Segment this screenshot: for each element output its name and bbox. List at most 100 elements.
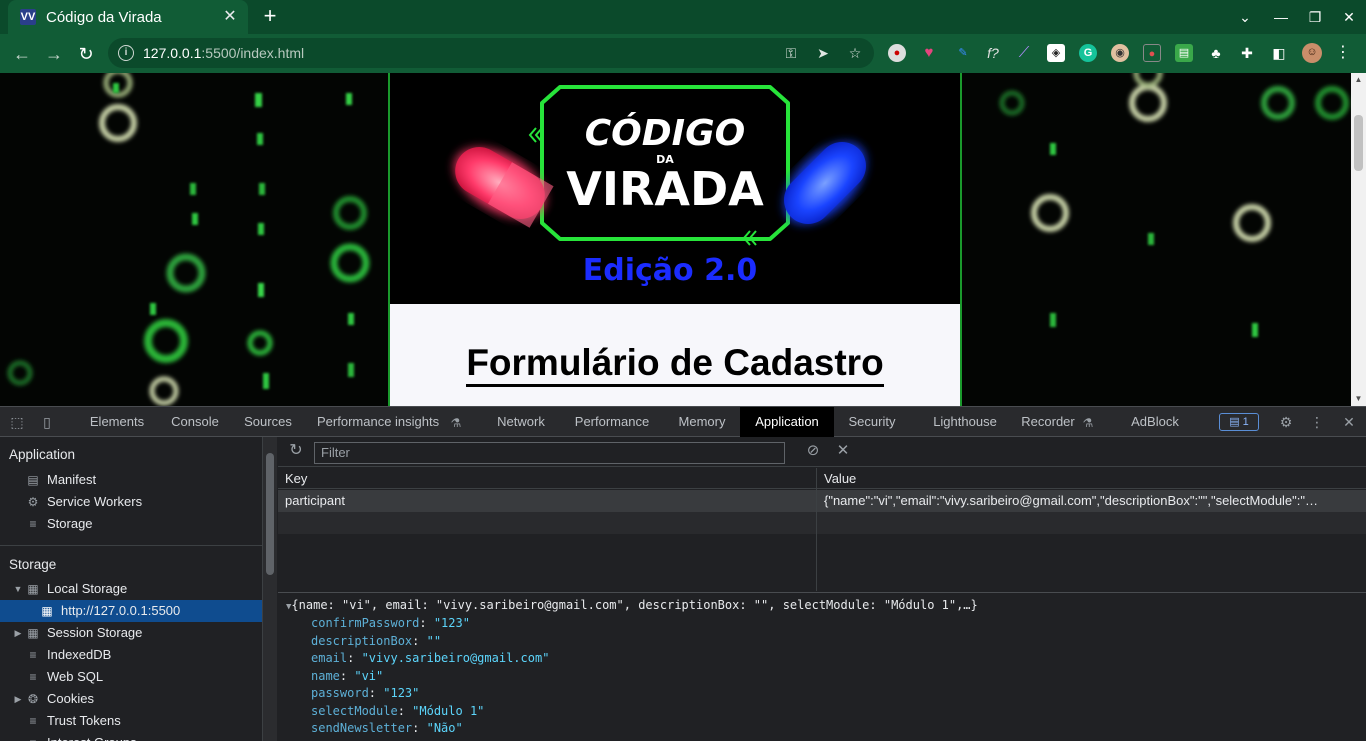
tab-network[interactable]: Network: [487, 407, 555, 437]
extensions-puzzle-icon[interactable]: ✚: [1238, 44, 1256, 62]
address-bar[interactable]: i 127.0.0.1:5500/index.html ⚿ ➤ ☆: [108, 38, 874, 68]
expanded-triangle-icon[interactable]: ▼: [12, 578, 24, 600]
sidebar-item-manifest[interactable]: ▤ Manifest: [26, 469, 96, 491]
scroll-down-arrow-icon[interactable]: ▼: [1351, 392, 1366, 406]
extension-box-icon[interactable]: ◈: [1047, 44, 1065, 62]
minimize-button[interactable]: —: [1264, 0, 1298, 34]
sidebar-item-label: IndexedDB: [47, 647, 112, 662]
gear-icon: ⚙: [27, 495, 39, 509]
sidebar-item-local-storage[interactable]: ▼ ▦ Local Storage: [12, 578, 128, 600]
new-tab-button[interactable]: +: [258, 5, 282, 29]
sidebar-item-label: Cookies: [47, 691, 94, 706]
extension-grammarly-icon[interactable]: G: [1079, 44, 1097, 62]
preview-field-key: selectModule: [311, 703, 398, 718]
tab-performance-insights[interactable]: Performance insights: [310, 407, 450, 437]
page-scrollbar[interactable]: ▲ ▼: [1351, 73, 1366, 406]
tab-adblock[interactable]: AdBlock: [1122, 407, 1188, 437]
site-info-icon[interactable]: i: [118, 45, 134, 61]
column-header-key[interactable]: Key: [278, 468, 816, 489]
scroll-up-arrow-icon[interactable]: ▲: [1351, 73, 1366, 87]
extension-formula-icon[interactable]: f?: [984, 44, 1002, 62]
settings-gear-icon[interactable]: ⚙: [1276, 412, 1296, 432]
grid-icon: ▦: [27, 626, 39, 640]
inspect-element-icon[interactable]: ⬚: [7, 412, 27, 432]
preview-field: sendNewsletter: "Não": [311, 721, 463, 735]
preview-field-key: email: [311, 651, 348, 665]
column-header-value[interactable]: Value: [817, 468, 1366, 489]
preview-summary[interactable]: ▼{name: "vi", email: "vivy.saribeiro@gma…: [286, 597, 978, 615]
bookmark-star-icon[interactable]: ☆: [846, 44, 864, 62]
sidebar-item-label: Local Storage: [47, 581, 128, 596]
sidebar-item-trust-tokens[interactable]: ≡ Trust Tokens: [26, 710, 120, 732]
tab-security[interactable]: Security: [838, 407, 906, 437]
page-viewport: CÓDIGO DA VIRADA Edição 2.0 Formulário d…: [0, 73, 1366, 406]
filter-input[interactable]: Filter: [314, 442, 785, 464]
table-cell-value: {"name":"vi","email":"vivy.saribeiro@gma…: [824, 493, 1319, 508]
content-panel: CÓDIGO DA VIRADA Edição 2.0 Formulário d…: [388, 73, 962, 406]
url-path: :5500/index.html: [201, 45, 305, 61]
key-icon[interactable]: ⚿: [782, 44, 800, 62]
extension-pen-icon[interactable]: ✎: [954, 44, 972, 62]
refresh-icon[interactable]: ↻: [286, 441, 306, 461]
tab-recorder[interactable]: Recorder: [1016, 407, 1080, 437]
extension-blocker-icon[interactable]: ●: [888, 44, 906, 62]
tab-sources[interactable]: Sources: [234, 407, 302, 437]
table-row-empty[interactable]: [278, 512, 1366, 534]
extension-record-icon[interactable]: ●: [1143, 44, 1161, 62]
tab-performance[interactable]: Performance: [564, 407, 660, 437]
tab-memory[interactable]: Memory: [668, 407, 736, 437]
extension-store-icon[interactable]: ▤: [1175, 44, 1193, 62]
extension-gnome-icon[interactable]: ♣: [1207, 44, 1225, 62]
sidebar-item-session-storage[interactable]: ▶ ▦ Session Storage: [12, 622, 143, 644]
send-icon[interactable]: ➤: [814, 44, 832, 62]
browser-tab[interactable]: VV Código da Virada ✕: [8, 0, 248, 34]
delete-selected-icon[interactable]: ✕: [833, 441, 853, 461]
url-text[interactable]: 127.0.0.1:5500/index.html: [143, 45, 304, 61]
sidebar-item-web-sql[interactable]: ≡ Web SQL: [26, 666, 103, 688]
sidebar-item-indexeddb[interactable]: ≡ IndexedDB: [26, 644, 111, 666]
tab-lighthouse[interactable]: Lighthouse: [924, 407, 1006, 437]
sidebar-item-interest-groups[interactable]: ≡ Interest Groups: [26, 732, 136, 741]
sidebar-header-storage: Storage: [9, 557, 57, 572]
sidebar-item-storage[interactable]: ≡ Storage: [26, 513, 92, 535]
forward-button[interactable]: →: [42, 42, 66, 66]
preview-field-value: "Módulo 1": [412, 703, 485, 718]
tab-search-icon[interactable]: ⌄: [1228, 0, 1262, 34]
side-panel-icon[interactable]: ◧: [1270, 44, 1288, 62]
database-icon: ≡: [29, 517, 37, 531]
sidebar-item-service-workers[interactable]: ⚙ Service Workers: [26, 491, 143, 513]
storage-main-pane: ↻ Filter ⊘ ✕ Key Value participant {"nam…: [278, 437, 1366, 741]
device-toolbar-icon[interactable]: ▯: [37, 412, 57, 432]
extension-heart-icon[interactable]: ♥: [920, 44, 938, 62]
collapsed-triangle-icon[interactable]: ▶: [12, 688, 24, 710]
matrix-rain-right: [999, 73, 1349, 337]
sidebar-item-local-storage-origin[interactable]: ▦ http://127.0.0.1:5500: [40, 600, 180, 622]
page-scrollbar-thumb[interactable]: [1354, 115, 1363, 171]
devtools-close-icon[interactable]: ✕: [1339, 412, 1359, 432]
sidebar-scrollbar[interactable]: [263, 437, 277, 741]
restore-button[interactable]: ❐: [1298, 0, 1332, 34]
tab-elements[interactable]: Elements: [78, 407, 156, 437]
extension-face-icon[interactable]: ◉: [1111, 44, 1129, 62]
chrome-menu-icon[interactable]: ⋮: [1334, 44, 1352, 62]
sidebar-scrollbar-thumb[interactable]: [266, 453, 274, 575]
clear-all-icon[interactable]: ⊘: [803, 441, 823, 461]
reload-button[interactable]: ↻: [74, 42, 98, 66]
extension-feather-icon[interactable]: ⟋: [1015, 44, 1033, 62]
table-row[interactable]: participant {"name":"vi","email":"vivy.s…: [278, 490, 1366, 512]
profile-avatar[interactable]: ☺: [1302, 43, 1322, 63]
preview-field: password: "123": [311, 686, 420, 700]
devtools-menu-icon[interactable]: ⋮: [1307, 412, 1327, 432]
banner-title-virada: VIRADA: [566, 162, 764, 216]
collapsed-triangle-icon[interactable]: ▶: [12, 622, 24, 644]
tab-application[interactable]: Application: [740, 407, 834, 437]
back-button[interactable]: ←: [10, 42, 34, 66]
close-window-button[interactable]: ✕: [1332, 0, 1366, 34]
tab-close-icon[interactable]: ✕: [222, 9, 238, 25]
issues-badge[interactable]: ▤ 1: [1219, 413, 1259, 431]
column-separator: [816, 468, 817, 591]
tab-console[interactable]: Console: [162, 407, 228, 437]
form-title: Formulário de Cadastro: [390, 342, 960, 387]
sidebar-divider: [0, 545, 262, 546]
sidebar-item-cookies[interactable]: ▶ ❂ Cookies: [12, 688, 94, 710]
